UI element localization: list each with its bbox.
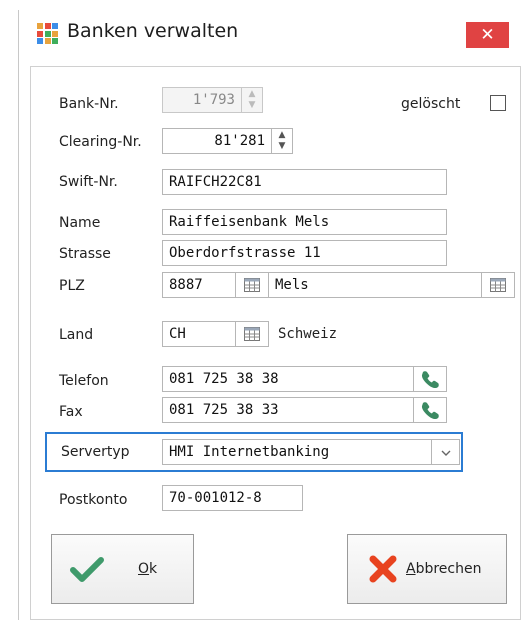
strasse-field[interactable]: Oberdorfstrasse 11 — [162, 240, 447, 266]
fax-field[interactable]: 081 725 38 33 — [162, 397, 414, 423]
bank-nr-spinner-icon: ▲ ▼ — [241, 87, 263, 113]
plz-lookup-button[interactable] — [235, 272, 269, 298]
geloescht-checkbox[interactable] — [490, 95, 506, 111]
postkonto-field[interactable]: 70-001012-8 — [162, 485, 303, 511]
servertyp-select[interactable]: HMI Internetbanking — [162, 439, 460, 465]
dialog-window: Banken verwalten ✕ Bank-Nr. 1'793 ▲ ▼ gel… — [18, 10, 526, 620]
land-lookup-button[interactable] — [235, 321, 269, 347]
cancel-label-rest: bbrechen — [415, 561, 482, 577]
bank-nr-field: 1'793 — [162, 87, 242, 113]
swift-nr-field[interactable]: RAIFCH22C81 — [162, 169, 447, 195]
calendar-icon — [244, 327, 260, 341]
fax-label: Fax — [59, 404, 83, 420]
cross-icon — [369, 555, 397, 583]
form-panel: Bank-Nr. 1'793 ▲ ▼ gelöscht Clearing-Nr. … — [30, 66, 521, 620]
name-field[interactable]: Raiffeisenbank Mels — [162, 209, 447, 235]
title-bar: Banken verwalten ✕ — [19, 10, 526, 54]
clearing-nr-field[interactable]: 81'281 — [162, 128, 272, 154]
geloescht-label: gelöscht — [401, 96, 461, 112]
calendar-icon — [244, 278, 260, 292]
cancel-label-mnemonic: A — [406, 561, 416, 577]
call-fax-button[interactable] — [413, 397, 447, 423]
name-label: Name — [59, 215, 101, 231]
ort-field[interactable]: Mels — [268, 272, 482, 298]
cancel-label: Abbrechen — [406, 561, 481, 577]
phone-icon — [421, 371, 439, 388]
telefon-label: Telefon — [59, 373, 109, 389]
servertyp-label: Servertyp — [61, 444, 130, 460]
app-grid-icon — [37, 23, 58, 44]
servertyp-value: HMI Internetbanking — [169, 444, 330, 460]
close-icon: ✕ — [480, 25, 495, 45]
clearing-nr-label: Clearing-Nr. — [59, 134, 142, 150]
bank-nr-label: Bank-Nr. — [59, 96, 119, 112]
call-telefon-button[interactable] — [413, 366, 447, 392]
chevron-down-icon — [441, 450, 450, 456]
cancel-button[interactable]: Abbrechen — [347, 534, 507, 604]
ok-label-mnemonic: O — [138, 561, 150, 577]
plz-field[interactable]: 8887 — [162, 272, 236, 298]
land-label: Land — [59, 327, 94, 343]
strasse-label: Strasse — [59, 246, 111, 262]
window-title: Banken verwalten — [67, 20, 239, 42]
ok-label-rest: k — [149, 561, 158, 577]
ok-button[interactable]: Ok — [51, 534, 194, 604]
postkonto-label: Postkonto — [59, 492, 128, 508]
phone-icon — [421, 402, 439, 419]
land-field[interactable]: CH — [162, 321, 236, 347]
country-name: Schweiz — [278, 326, 338, 342]
ok-label: Ok — [138, 561, 157, 577]
calendar-icon — [490, 278, 506, 292]
checkmark-icon — [70, 557, 104, 582]
servertyp-dropdown-button[interactable] — [431, 440, 459, 464]
telefon-field[interactable]: 081 725 38 38 — [162, 366, 414, 392]
swift-nr-label: Swift-Nr. — [59, 174, 118, 190]
plz-label: PLZ — [59, 278, 85, 294]
servertyp-row: Servertyp HMI Internetbanking — [45, 432, 463, 472]
clearing-nr-spinner-icon[interactable]: ▲ ▼ — [271, 128, 293, 154]
close-button[interactable]: ✕ — [466, 22, 509, 48]
ort-lookup-button[interactable] — [481, 272, 515, 298]
